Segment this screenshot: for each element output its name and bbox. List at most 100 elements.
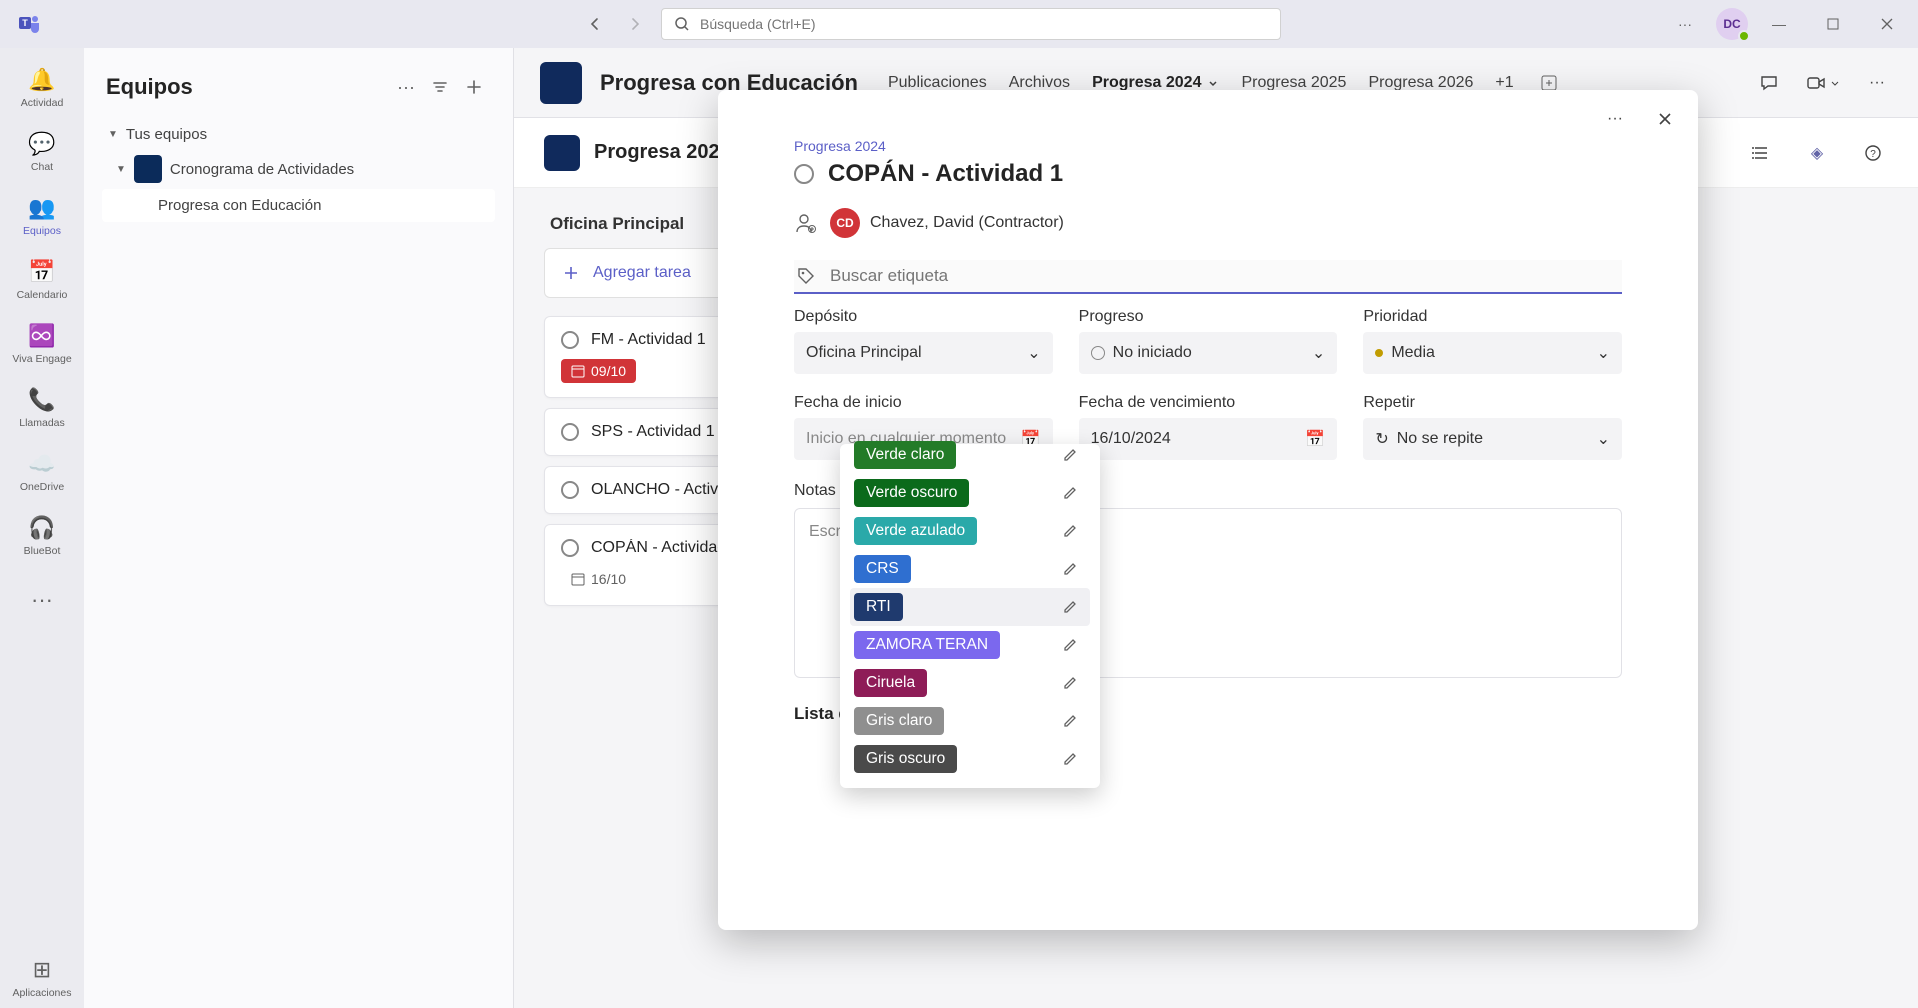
- tag-option[interactable]: Verde azulado: [850, 512, 1090, 550]
- help-button[interactable]: ?: [1858, 138, 1888, 168]
- add-task-label: Agregar tarea: [593, 264, 691, 282]
- teams-add-button[interactable]: [457, 70, 491, 104]
- tag-dropdown: Verde claroVerde oscuroVerde azuladoCRSR…: [840, 444, 1100, 788]
- teams-more-button[interactable]: ···: [389, 70, 423, 104]
- your-teams-header[interactable]: ▼Tus equipos: [102, 120, 495, 149]
- tab-label: Archivos: [1009, 74, 1070, 92]
- rail-viva-engage[interactable]: ♾️Viva Engage: [6, 314, 78, 374]
- assignee-chip[interactable]: CD Chavez, David (Contractor): [830, 208, 1064, 238]
- list-view-button[interactable]: [1746, 138, 1776, 168]
- tag-chip: Verde azulado: [854, 517, 977, 545]
- svg-text:?: ?: [1870, 149, 1876, 160]
- rail-label: OneDrive: [20, 481, 64, 493]
- premium-button[interactable]: ◈: [1802, 138, 1832, 168]
- tab-label: Progresa 2026: [1368, 74, 1473, 92]
- panel-title: Equipos: [106, 74, 389, 100]
- window-close-button[interactable]: [1864, 8, 1910, 40]
- complete-radio[interactable]: [561, 481, 579, 499]
- rail-activity[interactable]: 🔔Actividad: [6, 58, 78, 118]
- pencil-icon[interactable]: [1062, 486, 1086, 501]
- team-row[interactable]: ▼Cronograma de Actividades: [102, 149, 495, 189]
- tag-option[interactable]: Gris claro: [850, 702, 1090, 740]
- pencil-icon[interactable]: [1062, 524, 1086, 539]
- tag-option[interactable]: Verde claro: [850, 436, 1090, 474]
- dialog-more-button[interactable]: ···: [1600, 104, 1630, 134]
- window-minimize-button[interactable]: ―: [1756, 8, 1802, 40]
- channel-row[interactable]: Progresa con Educación: [102, 189, 495, 222]
- repeat-select[interactable]: ↻No se repite⌄: [1363, 418, 1622, 460]
- pencil-icon[interactable]: [1062, 676, 1086, 691]
- rail-label: Actividad: [21, 97, 64, 109]
- bucket-select[interactable]: Oficina Principal⌄: [794, 332, 1053, 374]
- due-date-badge: 16/10: [561, 567, 636, 591]
- rail-bluebot[interactable]: 🎧BlueBot: [6, 506, 78, 566]
- teams-filter-button[interactable]: [423, 70, 457, 104]
- nav-fwd-button[interactable]: [619, 8, 651, 40]
- complete-radio[interactable]: [794, 164, 814, 184]
- nav-back-button[interactable]: [579, 8, 611, 40]
- search-box[interactable]: [661, 8, 1281, 40]
- pencil-icon[interactable]: [1062, 638, 1086, 653]
- tag-option[interactable]: RTI: [850, 588, 1090, 626]
- progress-select[interactable]: No iniciado⌄: [1079, 332, 1338, 374]
- tag-chip: CRS: [854, 555, 911, 583]
- tag-input[interactable]: [830, 266, 1620, 286]
- chat-icon: 💬: [28, 131, 55, 157]
- calendar-icon: 📅: [1305, 429, 1325, 449]
- pencil-icon[interactable]: [1062, 562, 1086, 577]
- rail-more-button[interactable]: ···: [6, 570, 78, 630]
- tab-label: Publicaciones: [888, 74, 987, 92]
- rail-calls[interactable]: 📞Llamadas: [6, 378, 78, 438]
- complete-radio[interactable]: [561, 331, 579, 349]
- apps-icon: ⊞: [33, 957, 51, 983]
- settings-more-button[interactable]: ···: [1662, 8, 1708, 40]
- tab-label: Progresa 2025: [1241, 74, 1346, 92]
- tag-search[interactable]: [794, 260, 1622, 294]
- tag-option[interactable]: CRS: [850, 550, 1090, 588]
- channel-logo-icon: [540, 62, 582, 104]
- pencil-icon[interactable]: [1062, 752, 1086, 767]
- tag-option[interactable]: ZAMORA TERAN: [850, 626, 1090, 664]
- pencil-icon[interactable]: [1062, 448, 1086, 463]
- rail-calendar[interactable]: 📅Calendario: [6, 250, 78, 310]
- rail-label: Chat: [31, 161, 53, 173]
- calendar-icon: [571, 364, 585, 378]
- priority-select[interactable]: Media⌄: [1363, 332, 1622, 374]
- assignee-avatar: CD: [830, 208, 860, 238]
- rail-apps[interactable]: ⊞Aplicaciones: [6, 948, 78, 1008]
- search-input[interactable]: [700, 16, 1268, 32]
- assign-icon[interactable]: [794, 211, 818, 235]
- complete-radio[interactable]: [561, 423, 579, 441]
- tab-label: Progresa 2024: [1092, 74, 1201, 92]
- rail-teams[interactable]: 👥Equipos: [6, 186, 78, 246]
- pencil-icon[interactable]: [1062, 714, 1086, 729]
- dialog-close-button[interactable]: [1650, 104, 1680, 134]
- dialog-breadcrumb[interactable]: Progresa 2024: [794, 138, 1622, 154]
- tag-chip: Gris oscuro: [854, 745, 957, 773]
- chevron-down-icon: ▼: [108, 129, 118, 140]
- plan-name: Progresa 2024: [594, 141, 731, 164]
- tag-option[interactable]: Gris oscuro: [850, 740, 1090, 778]
- calendar-icon: 📅: [28, 259, 55, 285]
- channel-more-button[interactable]: ···: [1862, 68, 1892, 98]
- tag-option[interactable]: Ciruela: [850, 664, 1090, 702]
- teams-logo-icon: T: [16, 10, 44, 38]
- search-icon: [674, 16, 690, 32]
- meet-button[interactable]: [1806, 68, 1840, 98]
- complete-radio[interactable]: [561, 539, 579, 557]
- pencil-icon[interactable]: [1062, 600, 1086, 615]
- phone-icon: 📞: [28, 387, 55, 413]
- tag-option[interactable]: Verde oscuro: [850, 474, 1090, 512]
- rail-chat[interactable]: 💬 Chat: [6, 122, 78, 182]
- task-title[interactable]: COPÁN - Actividad 1: [828, 160, 1063, 188]
- user-avatar[interactable]: DC: [1716, 8, 1748, 40]
- tag-chip: Gris claro: [854, 707, 944, 735]
- rail-onedrive[interactable]: ☁️OneDrive: [6, 442, 78, 502]
- window-maximize-button[interactable]: [1810, 8, 1856, 40]
- due-date-field[interactable]: 16/10/2024📅: [1079, 418, 1338, 460]
- bot-icon: 🎧: [28, 515, 55, 541]
- conversation-button[interactable]: [1754, 68, 1784, 98]
- chevron-down-icon: ⌄: [1027, 343, 1040, 363]
- repeat-icon: ↻: [1375, 429, 1388, 449]
- due-date-badge: 09/10: [561, 359, 636, 383]
